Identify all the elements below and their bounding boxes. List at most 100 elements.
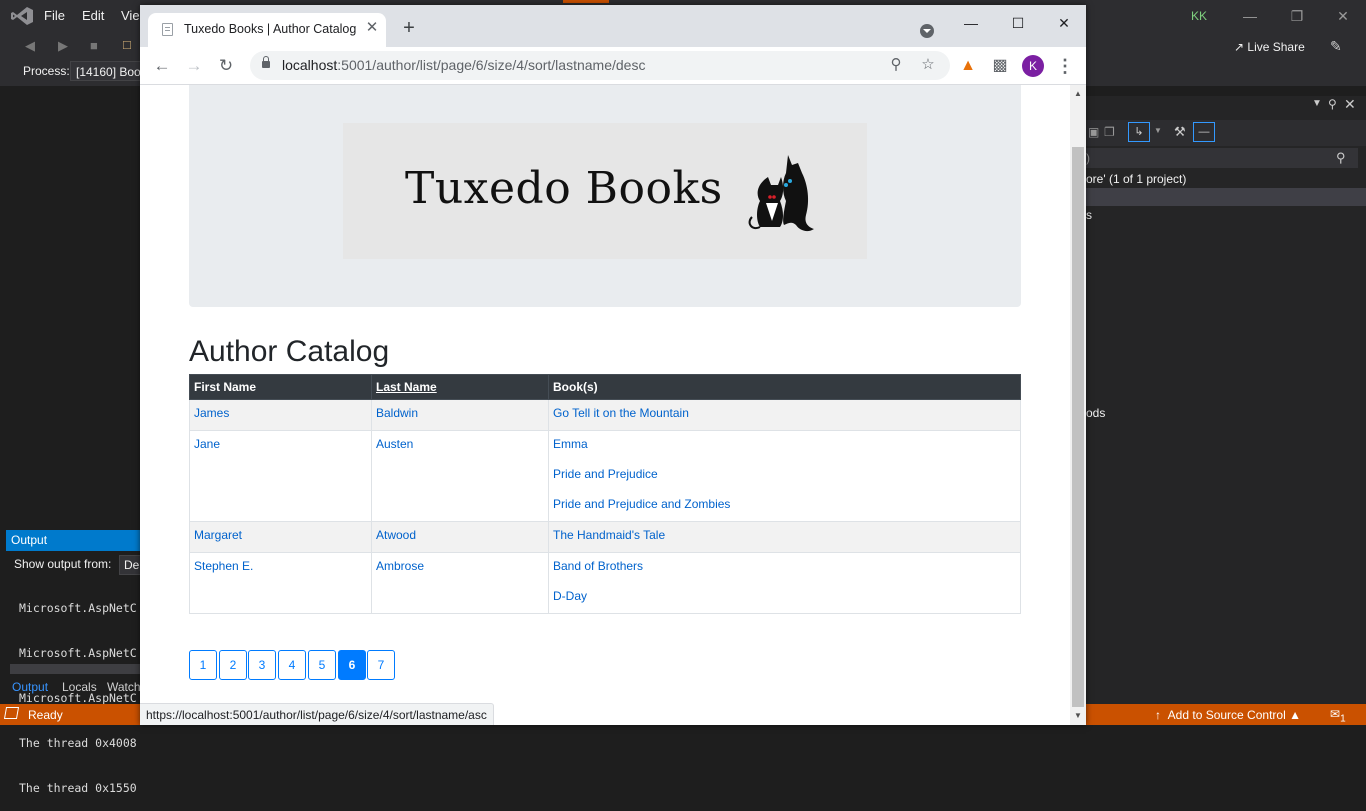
site-logo: Tuxedo Books	[343, 123, 867, 259]
properties-icon[interactable]: ⚒	[1174, 124, 1186, 140]
copy-icon[interactable]: ❐	[1104, 125, 1115, 139]
author-last-link[interactable]: Ambrose	[371, 552, 549, 614]
page-scrollbar[interactable]: ▲ ▼	[1070, 85, 1086, 725]
output-line: The thread 0x1550	[19, 781, 137, 795]
vs-minimize-icon[interactable]: —	[1240, 6, 1260, 26]
menu-file[interactable]: File	[44, 8, 65, 23]
tab-search-icon[interactable]	[920, 24, 934, 38]
book-link[interactable]: Go Tell it on the Mountain	[553, 406, 1016, 420]
book-link[interactable]: Emma	[553, 437, 1016, 451]
scroll-up-icon[interactable]: ▲	[1073, 89, 1083, 98]
output-tabs: Output Locals Watch	[6, 678, 142, 698]
output-horizontal-scrollbar[interactable]	[10, 664, 142, 674]
tab-output[interactable]: Output	[12, 680, 48, 694]
lock-icon[interactable]	[262, 56, 270, 68]
page-link-1[interactable]: 1	[189, 650, 217, 680]
megaphone-extension-icon[interactable]: ▲	[957, 55, 979, 77]
page-link-current[interactable]: 6	[338, 650, 366, 680]
vs-close-icon[interactable]: ✕	[1333, 6, 1353, 26]
author-first-link[interactable]: James	[189, 399, 372, 431]
profile-avatar[interactable]: K	[1022, 55, 1044, 77]
book-link[interactable]: Band of Brothers	[553, 559, 1016, 573]
forward-nav-icon[interactable]: ▶	[58, 38, 68, 54]
author-last-link[interactable]: Atwood	[371, 521, 549, 553]
panel-close-icon[interactable]: ✕	[1344, 96, 1356, 113]
tab-title: Tuxedo Books | Author Catalog	[184, 22, 357, 36]
feedback-icon[interactable]: ✎	[1330, 38, 1342, 55]
solution-node[interactable]: ore' (1 of 1 project)	[1086, 172, 1186, 186]
new-project-icon[interactable]: ■	[90, 38, 98, 53]
menu-edit[interactable]: Edit	[82, 8, 104, 23]
address-bar[interactable]: localhost:5001/author/list/page/6/size/4…	[250, 51, 950, 80]
author-first-link[interactable]: Margaret	[189, 521, 372, 553]
page-link-5[interactable]: 5	[308, 650, 336, 680]
status-ready-icon	[3, 707, 20, 719]
scroll-down-icon[interactable]: ▼	[1073, 711, 1083, 720]
author-first-link[interactable]: Jane	[189, 430, 372, 522]
page-link-3[interactable]: 3	[248, 650, 276, 680]
back-icon[interactable]: ←	[151, 55, 173, 77]
browser-close-icon[interactable]: ✕	[1049, 11, 1079, 35]
zoom-icon[interactable]: ⚲	[887, 56, 905, 74]
browser-tab[interactable]: Tuxedo Books | Author Catalog ✕	[148, 13, 386, 47]
panel-dropdown-icon[interactable]: ▼	[1312, 98, 1322, 109]
books-cell: Emma Pride and Prejudice Pride and Preju…	[548, 430, 1021, 522]
add-to-source-control-button[interactable]: ↑ Add to Source Control ▲	[1155, 708, 1301, 722]
notifications-icon[interactable]: ✉1	[1330, 707, 1346, 724]
tab-locals[interactable]: Locals	[62, 680, 97, 694]
vs-accent-strip	[563, 0, 609, 3]
menu-view[interactable]: Vie	[121, 8, 140, 23]
book-link[interactable]: Pride and Prejudice and Zombies	[553, 497, 1016, 511]
search-icon[interactable]: ⚲	[1336, 148, 1346, 168]
sort-last-name-link[interactable]: Last Name	[371, 374, 549, 400]
tab-watch[interactable]: Watch	[107, 680, 141, 694]
author-first-link[interactable]: Stephen E.	[189, 552, 372, 614]
url-host: localhost	[282, 57, 338, 73]
sync-icon[interactable]: ↳	[1128, 122, 1150, 142]
solution-search-input[interactable]: ) ⚲	[1086, 148, 1358, 168]
status-ready: Ready	[28, 708, 63, 722]
author-last-link[interactable]: Austen	[371, 430, 549, 522]
page-link-4[interactable]: 4	[278, 650, 306, 680]
url-text[interactable]: localhost:5001/author/list/page/6/size/4…	[282, 57, 645, 73]
back-nav-icon[interactable]: ◀	[25, 38, 35, 54]
author-last-link[interactable]: Baldwin	[371, 399, 549, 431]
collapse-icon[interactable]: ▣	[1088, 125, 1099, 139]
book-link[interactable]: The Handmaid's Tale	[553, 528, 1016, 542]
solution-item[interactable]: ods	[1086, 406, 1105, 420]
visual-studio-logo-icon	[11, 7, 33, 25]
scrollbar-thumb[interactable]	[1072, 147, 1084, 707]
forward-icon[interactable]: →	[183, 55, 205, 77]
new-tab-icon[interactable]: +	[398, 17, 420, 39]
tab-close-icon[interactable]: ✕	[364, 20, 380, 36]
bookmark-star-icon[interactable]: ☆	[919, 56, 937, 74]
page-link-7[interactable]: 7	[367, 650, 395, 680]
browser-minimize-icon[interactable]: —	[956, 11, 986, 35]
browser-maximize-icon[interactable]: ☐	[1003, 11, 1033, 35]
browser-menu-icon[interactable]: ⋮	[1056, 55, 1074, 77]
solution-item[interactable]: s	[1086, 208, 1092, 222]
reload-icon[interactable]: ↻	[215, 55, 237, 77]
user-avatar[interactable]: KK	[1188, 7, 1210, 25]
table-row: Margaret Atwood The Handmaid's Tale	[189, 521, 1021, 553]
live-share-button[interactable]: ↗ Live Share	[1234, 40, 1305, 54]
extensions-puzzle-icon[interactable]: ▩	[989, 55, 1011, 77]
logo-text: Tuxedo Books	[405, 163, 723, 214]
table-row: James Baldwin Go Tell it on the Mountain	[189, 399, 1021, 431]
book-link[interactable]: D-Day	[553, 589, 1016, 603]
pin-icon[interactable]: ⚲	[1328, 97, 1337, 111]
preview-icon[interactable]: —	[1193, 122, 1215, 142]
process-select[interactable]: [14160] Boo	[70, 61, 150, 81]
dropdown-icon[interactable]: ▼	[1154, 126, 1162, 135]
browser-toolbar: ← → ↻ localhost:5001/author/list/page/6/…	[140, 47, 1086, 85]
solution-selected-row[interactable]	[1086, 188, 1366, 206]
books-cell: Band of Brothers D-Day	[548, 552, 1021, 614]
solution-search-placeholder: )	[1086, 151, 1090, 165]
book-link[interactable]: Pride and Prejudice	[553, 467, 1016, 481]
vs-restore-icon[interactable]: ❐	[1287, 6, 1307, 26]
browser-window: Tuxedo Books | Author Catalog ✕ + — ☐ ✕ …	[140, 5, 1086, 725]
page-link-2[interactable]: 2	[219, 650, 247, 680]
author-table: First Name Last Name Book(s) James Baldw…	[189, 374, 1021, 614]
output-panel-header: Output	[6, 530, 142, 551]
open-folder-icon[interactable]: □	[123, 37, 131, 52]
